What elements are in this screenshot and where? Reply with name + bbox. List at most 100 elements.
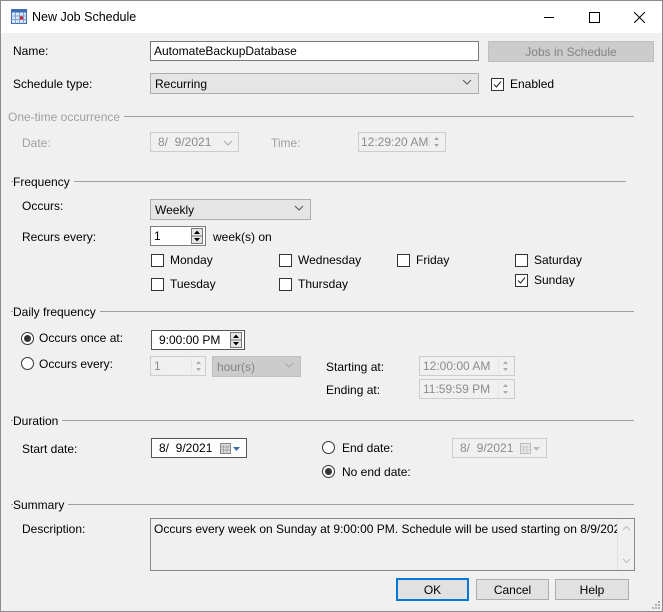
minimize-button[interactable] <box>526 1 572 33</box>
ending-at-label: Ending at: <box>326 383 381 397</box>
checkmark-icon <box>517 277 526 284</box>
duration-divider <box>11 420 634 421</box>
end-date-value: 8/ 9/2021 <box>460 441 514 455</box>
help-button[interactable]: Help <box>555 579 629 600</box>
window-title: New Job Schedule <box>32 10 137 24</box>
calendar-grid-icon <box>11 9 27 24</box>
daily-frequency-divider <box>11 311 634 312</box>
occurs-every-unit-select[interactable]: hour(s) <box>212 356 301 377</box>
schedule-type-label: Schedule type: <box>13 77 93 91</box>
monday-checkbox[interactable] <box>151 254 164 267</box>
close-button[interactable] <box>616 1 662 33</box>
one-time-date-picker[interactable]: 8/ 9/2021 <box>150 132 239 152</box>
no-end-date-radio[interactable] <box>322 465 335 478</box>
chevron-down-icon <box>294 205 304 211</box>
recurs-every-label: Recurs every: <box>22 230 97 244</box>
one-time-group-title: One-time occurrence <box>8 110 125 124</box>
chevron-down-icon <box>223 140 233 146</box>
description-label: Description: <box>22 522 86 536</box>
resize-grip-icon[interactable] <box>651 600 661 610</box>
no-end-date-label: No end date: <box>342 465 411 479</box>
one-time-date-label: Date: <box>22 136 51 150</box>
occurs-value: Weekly <box>155 203 195 217</box>
schedule-type-value: Recurring <box>155 77 208 91</box>
end-date-radio[interactable] <box>322 441 335 454</box>
sunday-checkbox[interactable] <box>515 274 528 287</box>
occurs-every-radio[interactable] <box>21 357 34 370</box>
close-icon <box>633 11 645 23</box>
ending-at-spinner[interactable] <box>498 381 512 397</box>
saturday-checkbox[interactable] <box>515 254 528 267</box>
tuesday-label: Tuesday <box>170 277 216 291</box>
maximize-icon <box>588 11 600 23</box>
spinner-arrows-icon <box>230 332 242 348</box>
occurs-every-spinner[interactable] <box>191 358 205 374</box>
starting-at-spinner[interactable] <box>498 358 512 374</box>
spinner-arrows-icon <box>503 384 508 394</box>
frequency-group-title: Frequency <box>13 175 74 189</box>
occurs-once-label: Occurs once at: <box>39 331 124 345</box>
summary-divider <box>11 504 634 505</box>
description-textarea[interactable]: Occurs every week on Sunday at 9:00:00 P… <box>150 518 635 571</box>
scroll-down-icon[interactable] <box>622 558 631 564</box>
wednesday-checkbox[interactable] <box>279 254 292 267</box>
spinner-arrows-icon <box>503 361 508 371</box>
cancel-button[interactable]: Cancel <box>476 579 549 600</box>
occurs-once-time-value: 9:00:00 PM <box>159 333 221 347</box>
end-date-picker[interactable]: 8/ 9/2021 <box>452 438 547 458</box>
one-time-time-value: 12:29:20 AM <box>361 135 429 149</box>
start-date-picker[interactable]: 8/ 9/2021 <box>151 438 247 458</box>
occurs-once-time-spinner[interactable] <box>229 332 243 348</box>
spinner-arrows-icon <box>434 137 439 147</box>
new-job-schedule-dialog: New Job Schedule Name: AutomateBackupDat… <box>0 0 663 612</box>
wednesday-label: Wednesday <box>298 253 362 267</box>
title-bar: New Job Schedule <box>1 1 662 33</box>
tuesday-checkbox[interactable] <box>151 278 164 291</box>
sunday-label: Sunday <box>534 273 575 287</box>
occurs-label: Occurs: <box>22 199 64 213</box>
one-time-time-spinner[interactable] <box>429 134 443 150</box>
chevron-down-icon <box>462 79 472 85</box>
friday-checkbox[interactable] <box>397 254 410 267</box>
frequency-divider <box>11 181 626 182</box>
maximize-button[interactable] <box>571 1 617 33</box>
scroll-up-icon[interactable] <box>622 525 631 531</box>
checkmark-icon <box>493 81 502 88</box>
name-input[interactable]: AutomateBackupDatabase <box>150 41 479 61</box>
recurs-unit-label: week(s) on <box>213 230 272 244</box>
thursday-checkbox[interactable] <box>279 278 292 291</box>
jobs-in-schedule-button[interactable]: Jobs in Schedule <box>488 41 654 62</box>
description-text: Occurs every week on Sunday at 9:00:00 P… <box>154 522 631 536</box>
occurs-every-label: Occurs every: <box>39 357 114 371</box>
minimize-icon <box>544 17 554 18</box>
calendar-dropdown-icon <box>220 443 240 454</box>
end-date-label: End date: <box>342 441 394 455</box>
chevron-down-icon <box>284 362 294 368</box>
thursday-label: Thursday <box>298 277 349 291</box>
one-time-time-label: Time: <box>271 136 301 150</box>
friday-label: Friday <box>416 253 450 267</box>
enabled-checkbox[interactable] <box>491 78 504 91</box>
occurs-once-radio[interactable] <box>21 332 34 345</box>
starting-at-value: 12:00:00 AM <box>423 359 491 373</box>
recurs-every-value: 1 <box>154 229 161 243</box>
ok-button[interactable]: OK <box>396 578 469 601</box>
start-date-value: 8/ 9/2021 <box>159 441 213 455</box>
schedule-type-select[interactable]: Recurring <box>150 73 479 94</box>
recurs-every-spinner[interactable] <box>190 228 204 244</box>
occurs-every-value: 1 <box>154 359 161 373</box>
spinner-arrows-icon <box>196 361 201 371</box>
occurs-every-unit-value: hour(s) <box>217 360 256 374</box>
daily-frequency-group-title: Daily frequency <box>13 305 100 319</box>
calendar-dropdown-icon <box>520 443 540 454</box>
ending-at-value: 11:59:59 PM <box>423 382 491 396</box>
starting-at-label: Starting at: <box>326 360 385 374</box>
saturday-label: Saturday <box>534 253 583 267</box>
enabled-label: Enabled <box>510 77 555 91</box>
one-time-date-value: 8/ 9/2021 <box>158 135 212 149</box>
occurs-select[interactable]: Weekly <box>150 199 311 220</box>
duration-group-title: Duration <box>13 414 63 428</box>
description-scrollbar[interactable] <box>617 519 634 570</box>
monday-label: Monday <box>170 253 213 267</box>
start-date-label: Start date: <box>22 442 78 456</box>
